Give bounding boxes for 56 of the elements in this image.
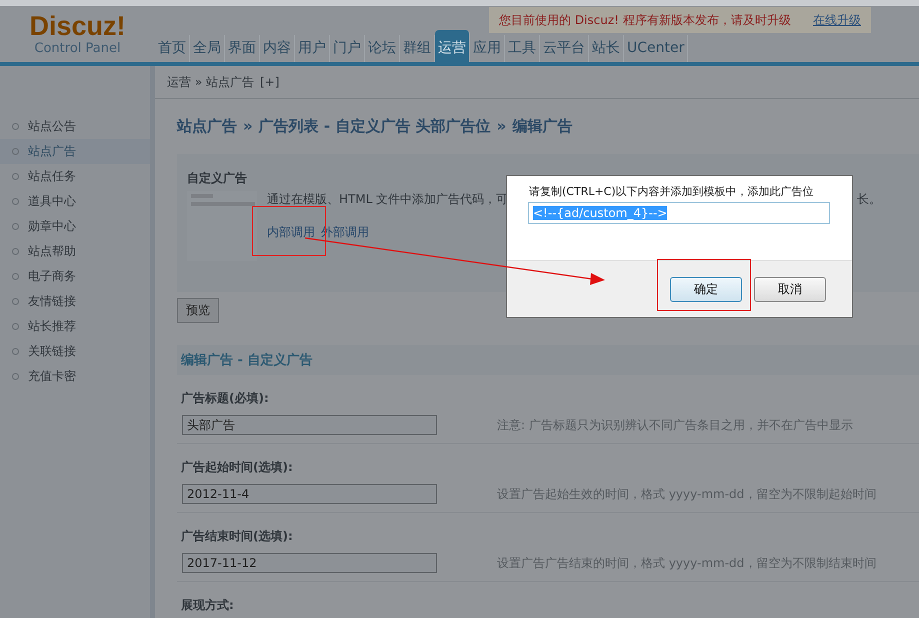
upgrade-link[interactable]: 在线升级 <box>813 12 861 28</box>
ad-description-end: 长。 <box>857 191 881 208</box>
nav-tab[interactable]: 论坛 <box>365 35 400 62</box>
add-shortcut-link[interactable]: [+] <box>260 75 280 89</box>
text-field[interactable]: 头部广告 <box>182 415 437 435</box>
field-hint: 设置广告广告结束的时间，格式 yyyy-mm-dd，留空为不限制结束时间 <box>497 554 876 572</box>
nav-tab[interactable]: 站长 <box>589 35 624 62</box>
dialog-message: 请复制(CTRL+C)以下内容并添加到模板中，添加此广告位 <box>529 184 814 200</box>
field-label: 展现方式: <box>180 597 235 614</box>
field-hint: 设置广告起始生效的时间，格式 yyyy-mm-dd，留空为不限制起始时间 <box>497 486 876 502</box>
sidebar-item[interactable]: 充值卡密 <box>0 364 150 389</box>
field-label: 广告标题(必填): <box>180 390 270 407</box>
nav-tab[interactable]: 内容 <box>260 35 295 62</box>
page-title: 编辑广告 <box>512 117 572 136</box>
field-hint: 注意: 广告标题只为识别辨认不同广告条目之用，并不在广告中显示 <box>497 416 853 434</box>
breadcrumb-separator: » <box>496 117 506 136</box>
ad-description: 通过在模版、HTML 文件中添加广告代码，可 <box>267 191 508 208</box>
section-title: 编辑广告 - 自定义广告 <box>181 352 312 369</box>
field-label: 广告结束时间(选填): <box>180 528 294 545</box>
preview-button[interactable]: 预览 <box>177 298 219 323</box>
page-title: 广告列表 - 自定义广告 头部广告位 <box>258 117 491 136</box>
nav-tab[interactable]: 工具 <box>505 35 540 62</box>
dialog-button[interactable]: 确定 <box>670 276 742 302</box>
text-field[interactable]: 2012-11-4 <box>182 484 437 504</box>
sidebar-item[interactable]: 站点帮助 <box>0 239 150 264</box>
nav-tab[interactable]: 云平台 <box>540 35 589 62</box>
dialog-button[interactable]: 取消 <box>754 276 826 302</box>
breadcrumb: 运营 » 站点广告 <box>167 74 254 90</box>
sidebar-item[interactable]: 勋章中心 <box>0 214 150 239</box>
field-label: 广告起始时间(选填): <box>180 459 294 476</box>
notice-text: 您目前使用的 Discuz! 程序有新版本发布，请及时升级 <box>499 12 791 28</box>
nav-tab[interactable]: 应用 <box>470 35 505 62</box>
nav-tab[interactable]: 界面 <box>225 35 260 62</box>
sidebar-item[interactable]: 友情链接 <box>0 289 150 314</box>
code-field[interactable]: <!--{ad/custom_4}--> <box>528 202 830 224</box>
breadcrumb-separator: » <box>243 117 253 136</box>
logo-title: Discuz! <box>29 10 126 40</box>
nav-tab[interactable]: 门户 <box>330 35 365 62</box>
text-field[interactable]: 2017-11-12 <box>182 553 437 573</box>
sidebar-item[interactable]: 站长推荐 <box>0 314 150 339</box>
sidebar-item[interactable]: 站点广告 <box>0 139 150 164</box>
nav-tab[interactable]: 首页 <box>155 35 190 62</box>
selected-code: <!--{ad/custom_4}--> <box>533 206 668 220</box>
ad-type-title: 自定义广告 <box>187 170 248 187</box>
sidebar-item[interactable]: 站点公告 <box>0 114 150 139</box>
page-title: 站点广告 <box>177 117 237 136</box>
nav-tab[interactable]: 运营 <box>435 30 470 62</box>
sidebar-item[interactable]: 道具中心 <box>0 189 150 214</box>
nav-tab[interactable]: 用户 <box>295 35 330 62</box>
sidebar-item[interactable]: 电子商务 <box>0 264 150 289</box>
sidebar-item[interactable]: 关联链接 <box>0 339 150 364</box>
nav-tab[interactable]: UCenter <box>624 35 688 62</box>
sidebar-item[interactable]: 站点任务 <box>0 164 150 189</box>
nav-tab[interactable]: 全局 <box>190 35 225 62</box>
call-link[interactable]: 内部调用 <box>267 224 315 241</box>
logo-subtitle: Control Panel <box>34 40 121 56</box>
